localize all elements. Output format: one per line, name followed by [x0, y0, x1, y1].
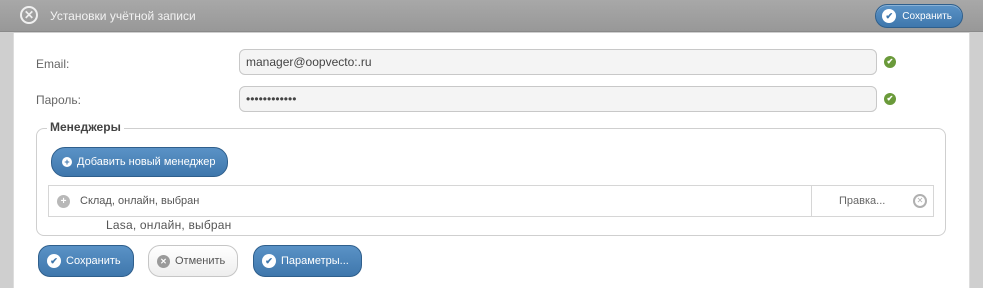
- email-field[interactable]: manager@oopvecto:.ru: [239, 49, 877, 75]
- top-save-label: Сохранить: [902, 10, 952, 22]
- check-icon: ✔: [47, 254, 61, 268]
- manager-row[interactable]: + Склад, онлайн, выбран Правка... ✕: [48, 185, 934, 217]
- save-button[interactable]: ✔ Сохранить: [38, 245, 134, 277]
- manager-row-text: Склад, онлайн, выбран: [80, 195, 200, 207]
- params-label: Параметры...: [281, 255, 349, 267]
- row-divider: [811, 186, 812, 216]
- titlebar: ✕ Установки учётной записи ✔ Сохранить: [0, 0, 983, 32]
- remove-icon[interactable]: ✕: [913, 194, 927, 208]
- manager-edit-link[interactable]: Правка...: [839, 195, 885, 207]
- plus-icon: +: [62, 157, 72, 167]
- email-ok-icon: ✔: [884, 56, 896, 68]
- add-manager-label: Добавить новый менеджер: [77, 156, 216, 168]
- password-label: Пароль:: [36, 93, 81, 107]
- settings-panel: Email: manager@oopvecto:.ru ✔ Пароль: ••…: [13, 33, 970, 288]
- top-save-button[interactable]: ✔ Сохранить: [875, 4, 963, 28]
- window-title: Установки учётной записи: [50, 9, 196, 23]
- drag-ghost-text: Lasa, онлайн, выбран: [104, 218, 234, 232]
- cancel-label: Отменить: [175, 255, 226, 267]
- expand-icon[interactable]: +: [57, 195, 70, 208]
- password-field[interactable]: ••••••••••••: [239, 86, 877, 112]
- add-manager-button[interactable]: + Добавить новый менеджер: [51, 147, 229, 177]
- check-icon: ✔: [882, 9, 897, 23]
- cancel-button[interactable]: ✕ Отменить: [148, 245, 239, 277]
- managers-legend: Менеджеры: [47, 120, 124, 134]
- cancel-icon: ✕: [157, 254, 170, 268]
- account-settings-window: ✕ Установки учётной записи ✔ Сохранить E…: [0, 0, 983, 288]
- check-icon: ✔: [262, 254, 276, 268]
- save-label: Сохранить: [66, 255, 121, 267]
- params-button[interactable]: ✔ Параметры...: [253, 245, 362, 277]
- password-ok-icon: ✔: [884, 93, 896, 105]
- email-label: Email:: [36, 57, 70, 71]
- close-icon[interactable]: ✕: [20, 6, 38, 24]
